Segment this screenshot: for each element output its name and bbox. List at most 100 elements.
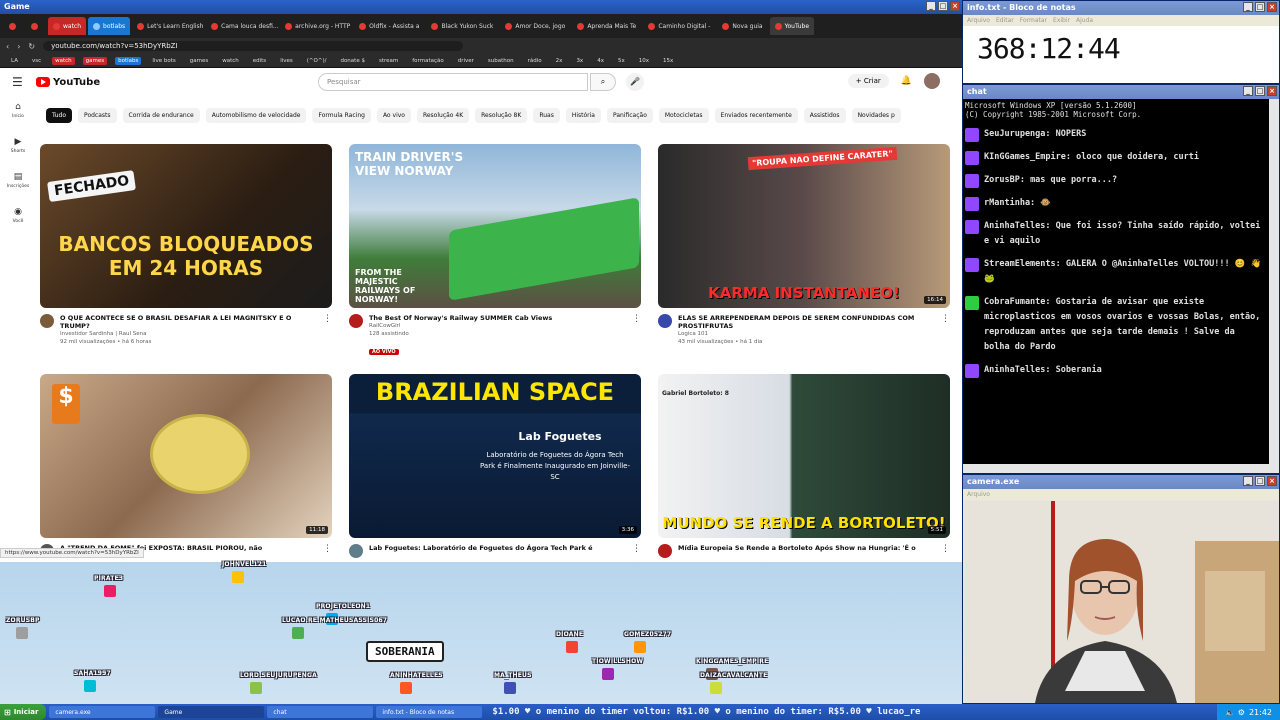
bookmark-item[interactable]: rádio <box>525 57 545 65</box>
bookmark-item[interactable]: subathon <box>485 57 517 65</box>
bookmark-item[interactable]: 5x <box>615 57 628 65</box>
chat-vertical-scrollbar[interactable] <box>1269 99 1279 473</box>
browser-tab[interactable]: Amor Doce, jogo <box>500 17 570 35</box>
notepad-menu-item[interactable]: Ajuda <box>1076 15 1093 26</box>
bookmark-item[interactable]: donate $ <box>337 57 368 65</box>
channel-avatar[interactable] <box>40 314 54 328</box>
category-chip[interactable]: História <box>565 108 601 123</box>
category-chip[interactable]: Ao vivo <box>376 108 411 123</box>
browser-tab[interactable]: YouTube <box>769 17 815 35</box>
minimize-icon[interactable]: _ <box>926 1 936 11</box>
hamburger-menu-icon[interactable]: ☰ <box>12 75 36 89</box>
video-title[interactable]: O QUE ACONTECE SE O BRASIL DESAFIAR A LE… <box>60 314 317 330</box>
browser-tab[interactable]: Caminho Digital - <box>643 17 715 35</box>
more-options-icon[interactable]: ⋮ <box>323 314 332 346</box>
taskbar-button[interactable]: camera.exe <box>49 706 156 718</box>
bookmark-item[interactable]: stream <box>376 57 401 65</box>
category-chip[interactable]: Panificação <box>606 108 653 123</box>
bookmark-item[interactable]: lives <box>277 57 296 65</box>
taskbar-button[interactable]: Game <box>158 706 265 718</box>
url-field[interactable]: youtube.com/watch?v=53hDyYRbZI <box>43 41 464 51</box>
video-card[interactable]: BRAZILIAN SPACE Lab Foguetes Laboratório d… <box>349 374 641 562</box>
maximize-icon[interactable]: □ <box>1255 476 1265 486</box>
taskbar-button[interactable]: info.txt - Bloco de notas <box>376 706 483 718</box>
bookmark-item[interactable]: games <box>82 56 108 65</box>
more-options-icon[interactable]: ⋮ <box>941 314 950 346</box>
reload-icon[interactable]: ↻ <box>28 42 35 51</box>
bookmark-item[interactable]: live bots <box>149 57 178 65</box>
create-button[interactable]: + Criar <box>847 74 889 88</box>
category-chip[interactable]: Corrida de endurance <box>122 108 200 123</box>
category-chip[interactable]: Tudo <box>46 108 73 123</box>
sidebar-item[interactable]: ▶ Shorts <box>11 137 25 154</box>
avatar[interactable] <box>924 73 940 89</box>
browser-tab[interactable]: Oldfix - Assista a <box>354 17 424 35</box>
microphone-icon[interactable]: 🎤 <box>626 73 644 91</box>
notifications-bell-icon[interactable]: 🔔 <box>901 76 912 86</box>
video-title[interactable]: Lab Foguetes: Laboratório de Foguetes do… <box>369 544 593 552</box>
close-icon[interactable]: × <box>1267 2 1277 12</box>
browser-tab[interactable] <box>26 17 46 35</box>
bookmark-item[interactable]: (^O^)/ <box>304 57 330 65</box>
chat-titlebar[interactable]: chat _ □ × <box>963 85 1279 99</box>
more-options-icon[interactable]: ⋮ <box>323 544 332 558</box>
video-card[interactable]: TRAIN DRIVER'S VIEW NORWAY FROM THE MAJES… <box>349 144 641 366</box>
bookmark-item[interactable]: 4x <box>594 57 607 65</box>
forward-icon[interactable]: › <box>17 42 20 51</box>
video-thumbnail[interactable]: FECHADO BANCOS BLOQUEADOS EM 24 HORAS <box>40 144 332 308</box>
browser-tab[interactable]: Aprenda Mais Te <box>572 17 641 35</box>
bookmark-item[interactable]: 2x <box>553 57 566 65</box>
channel-avatar[interactable] <box>349 314 363 328</box>
category-chip[interactable]: Automobilismo de velocidade <box>205 108 307 123</box>
notepad-menu-item[interactable]: Formatar <box>1020 15 1047 26</box>
bookmark-item[interactable]: watch <box>219 57 242 65</box>
bookmark-item[interactable]: 3x <box>573 57 586 65</box>
search-input[interactable]: Pesquisar <box>318 73 588 91</box>
bookmark-item[interactable]: formatação <box>409 57 446 65</box>
taskbar-button[interactable]: chat <box>267 706 374 718</box>
youtube-logo[interactable]: YouTube <box>36 77 100 88</box>
category-chip[interactable]: Novidades p <box>851 108 901 123</box>
minimize-icon[interactable]: _ <box>1243 2 1253 12</box>
video-card[interactable]: "ROUPA NAO DEFINE CARATER" KARMA INSTANTA… <box>658 144 950 366</box>
video-thumbnail[interactable]: $11:18 <box>40 374 332 538</box>
category-chip[interactable]: Resolução 8K <box>475 108 528 123</box>
browser-tab[interactable]: Black Yukon Suck <box>426 17 498 35</box>
video-thumbnail[interactable]: TRAIN DRIVER'S VIEW NORWAY FROM THE MAJES… <box>349 144 641 308</box>
browser-tab[interactable]: botlabs <box>88 17 131 35</box>
browser-tab[interactable]: Let's Learn English <box>132 17 204 35</box>
browser-tab[interactable]: Nova guia <box>717 17 767 35</box>
bookmark-item[interactable]: games <box>187 57 211 65</box>
search-icon[interactable]: ⌕ <box>590 73 616 91</box>
more-options-icon[interactable]: ⋮ <box>632 544 641 558</box>
maximize-icon[interactable]: □ <box>1255 2 1265 12</box>
bookmark-item[interactable]: edits <box>250 57 269 65</box>
bookmark-item[interactable]: watch <box>52 56 75 65</box>
channel-name[interactable]: Investidor Sardinha | Raul Sena <box>60 330 317 338</box>
bookmark-item[interactable]: 10x <box>636 57 652 65</box>
notepad-menu-item[interactable]: Editar <box>996 15 1014 26</box>
category-chip[interactable]: Resolução 4K <box>416 108 470 123</box>
chat-horizontal-scrollbar[interactable] <box>963 464 1269 473</box>
close-icon[interactable]: × <box>1267 476 1277 486</box>
maximize-icon[interactable]: □ <box>1255 86 1265 96</box>
video-title[interactable]: The Best Of Norway's Railway SUMMER Cab … <box>369 314 552 322</box>
browser-tab[interactable]: archive.org - HTTP <box>280 17 352 35</box>
category-chip[interactable]: Assistidos <box>803 108 846 123</box>
channel-avatar[interactable] <box>658 314 672 328</box>
close-icon[interactable]: × <box>1267 86 1277 96</box>
more-options-icon[interactable]: ⋮ <box>632 314 641 357</box>
sidebar-item[interactable]: ◉ Você <box>13 207 24 224</box>
start-button[interactable]: ⊞ Iniciar <box>0 704 47 720</box>
minimize-icon[interactable]: _ <box>1243 476 1253 486</box>
minimize-icon[interactable]: _ <box>1243 86 1253 96</box>
channel-avatar[interactable] <box>658 544 672 558</box>
video-thumbnail[interactable]: Gabriel Bortoleto: 8 MUNDO SE RENDE A BOR… <box>658 374 950 538</box>
browser-tab[interactable] <box>4 17 24 35</box>
video-thumbnail[interactable]: BRAZILIAN SPACE Lab Foguetes Laboratório d… <box>349 374 641 538</box>
video-card[interactable]: FECHADO BANCOS BLOQUEADOS EM 24 HORAS O QU… <box>40 144 332 366</box>
back-icon[interactable]: ‹ <box>6 42 9 51</box>
tray-icons[interactable]: 🔈 ⚙ <box>1225 708 1245 717</box>
sidebar-item[interactable]: ⌂ Início <box>12 102 24 119</box>
bookmark-item[interactable]: botlabs <box>115 56 142 65</box>
